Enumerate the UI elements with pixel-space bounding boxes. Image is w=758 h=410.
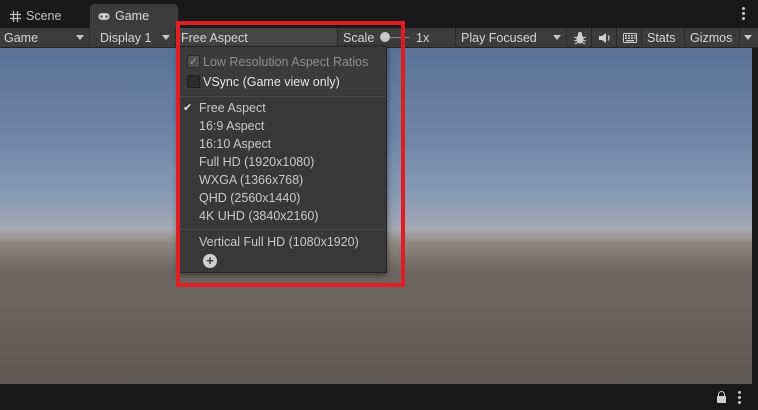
low-resolution-toggle[interactable]: ✓ Low Resolution Aspect Ratios (179, 53, 386, 71)
aspect-dropdown[interactable]: Free Aspect (177, 28, 338, 47)
menu-divider (179, 229, 386, 230)
aspect-item-vertical-full-hd[interactable]: Vertical Full HD (1080x1920) (179, 233, 386, 251)
aspect-item-label: Free Aspect (199, 101, 266, 115)
chevron-down-icon (162, 35, 170, 40)
gamepad-icon (98, 10, 110, 22)
speaker-icon (598, 32, 610, 43)
aspect-item-label: 16:9 Aspect (199, 119, 265, 133)
tab-game[interactable]: Game (90, 4, 178, 28)
aspect-item-label: Vertical Full HD (1080x1920) (199, 235, 359, 249)
stats-label: Stats (647, 30, 676, 45)
view-mode-label: Game (4, 30, 39, 45)
checkbox-checked-icon[interactable]: ✓ (187, 55, 200, 68)
vsync-toggle[interactable]: VSync (Game view only) (179, 73, 386, 91)
scale-label-box: Scale (339, 28, 381, 47)
bug-button[interactable] (568, 28, 592, 47)
scale-label: Scale (343, 30, 375, 45)
status-menu-icon[interactable] (738, 391, 742, 405)
scale-value: 1x (416, 30, 430, 45)
aspect-item-wxga[interactable]: WXGA (1366x768) (179, 171, 386, 189)
tab-scene-label: Scene (26, 9, 62, 23)
window-menu-icon[interactable] (742, 7, 746, 21)
aspect-item-4k-uhd[interactable]: 4K UHD (3840x2160) (179, 207, 386, 225)
bug-icon (573, 31, 586, 44)
low-resolution-label: Low Resolution Aspect Ratios (203, 55, 369, 69)
view-mode-dropdown[interactable]: Game (0, 28, 90, 47)
gizmos-button[interactable]: Gizmos (686, 28, 740, 47)
tab-strip: Scene Game (0, 0, 758, 28)
checkmark-icon: ✔ (183, 102, 193, 114)
audio-mute-button[interactable] (593, 28, 617, 47)
add-aspect-button[interactable]: + (203, 254, 217, 268)
chevron-down-icon (76, 35, 84, 40)
gizmos-dropdown[interactable] (740, 28, 758, 47)
scale-slider-handle[interactable] (380, 32, 390, 42)
grid-icon (9, 10, 21, 22)
aspect-item-label: Full HD (1920x1080) (199, 155, 315, 169)
stats-button[interactable]: Stats (643, 28, 685, 47)
aspect-item-label: 4K UHD (3840x2160) (199, 209, 319, 223)
aspect-dropdown-menu: ✓ Low Resolution Aspect Ratios VSync (Ga… (178, 46, 387, 273)
aspect-item-free[interactable]: ✔ Free Aspect (179, 99, 386, 117)
status-bar (0, 384, 758, 410)
view-edge (752, 48, 758, 384)
aspect-item-16-9[interactable]: 16:9 Aspect (179, 117, 386, 135)
display-label: Display 1 (100, 30, 152, 45)
chevron-down-icon (744, 35, 752, 40)
aspect-item-label: QHD (2560x1440) (199, 191, 301, 205)
lock-icon[interactable] (717, 391, 726, 403)
keyboard-button[interactable] (618, 28, 642, 47)
gizmos-label: Gizmos (690, 30, 733, 45)
aspect-item-label: 16:10 Aspect (199, 137, 272, 151)
game-toolbar: Game Display 1 Free Aspect Scale 1x Play… (0, 28, 758, 48)
menu-divider (179, 96, 386, 97)
aspect-label: Free Aspect (181, 30, 248, 45)
aspect-item-label: WXGA (1366x768) (199, 173, 304, 187)
aspect-item-full-hd[interactable]: Full HD (1920x1080) (179, 153, 386, 171)
tab-game-label: Game (115, 9, 150, 23)
play-mode-dropdown[interactable]: Play Focused (457, 28, 567, 47)
tab-scene[interactable]: Scene (9, 4, 61, 28)
play-mode-label: Play Focused (461, 30, 537, 45)
vsync-label: VSync (Game view only) (203, 75, 340, 89)
aspect-item-16-10[interactable]: 16:10 Aspect (179, 135, 386, 153)
scale-value-box: 1x (412, 28, 456, 47)
display-dropdown[interactable]: Display 1 (96, 28, 176, 47)
aspect-item-qhd[interactable]: QHD (2560x1440) (179, 189, 386, 207)
checkbox-unchecked-icon[interactable] (187, 75, 200, 88)
chevron-down-icon (553, 35, 561, 40)
keyboard-icon (622, 32, 637, 43)
